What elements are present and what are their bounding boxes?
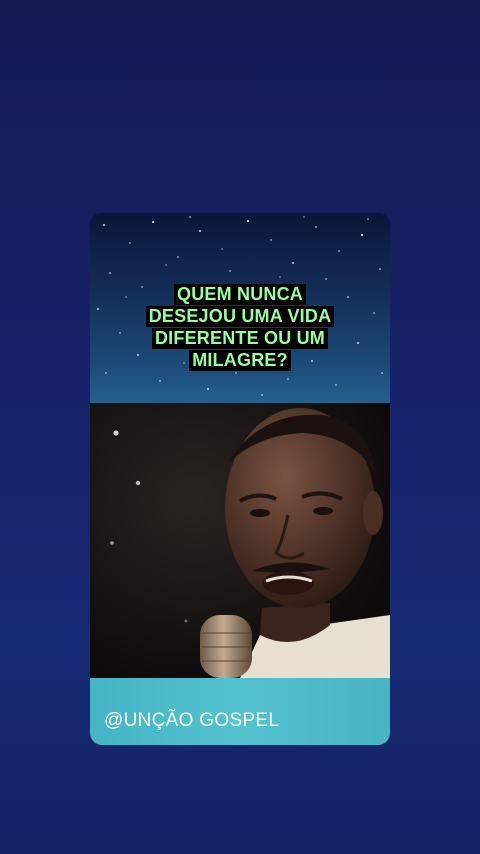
headline-line-1: QUEM NUNCA bbox=[174, 284, 306, 305]
screen: { "post": { "headline_lines": [ "QUEM NU… bbox=[0, 0, 480, 854]
starry-sky-banner: QUEM NUNCA DESEJOU UMA VIDA DIFERENTE OU… bbox=[90, 213, 390, 403]
headline-caption: QUEM NUNCA DESEJOU UMA VIDA DIFERENTE OU… bbox=[90, 284, 390, 372]
channel-handle[interactable]: @UNÇÃO GOSPEL bbox=[104, 710, 279, 732]
microphone-icon bbox=[200, 615, 252, 678]
headline-line-3: DIFERENTE OU UM bbox=[151, 328, 328, 349]
speaker-video-still bbox=[90, 403, 390, 678]
headline-line-4: MILAGRE? bbox=[189, 350, 291, 371]
video-post-card[interactable]: QUEM NUNCA DESEJOU UMA VIDA DIFERENTE OU… bbox=[90, 213, 390, 745]
headline-line-2: DESEJOU UMA VIDA bbox=[145, 306, 335, 327]
video-frame[interactable] bbox=[90, 403, 390, 678]
footer-bar: @UNÇÃO GOSPEL bbox=[90, 678, 390, 745]
